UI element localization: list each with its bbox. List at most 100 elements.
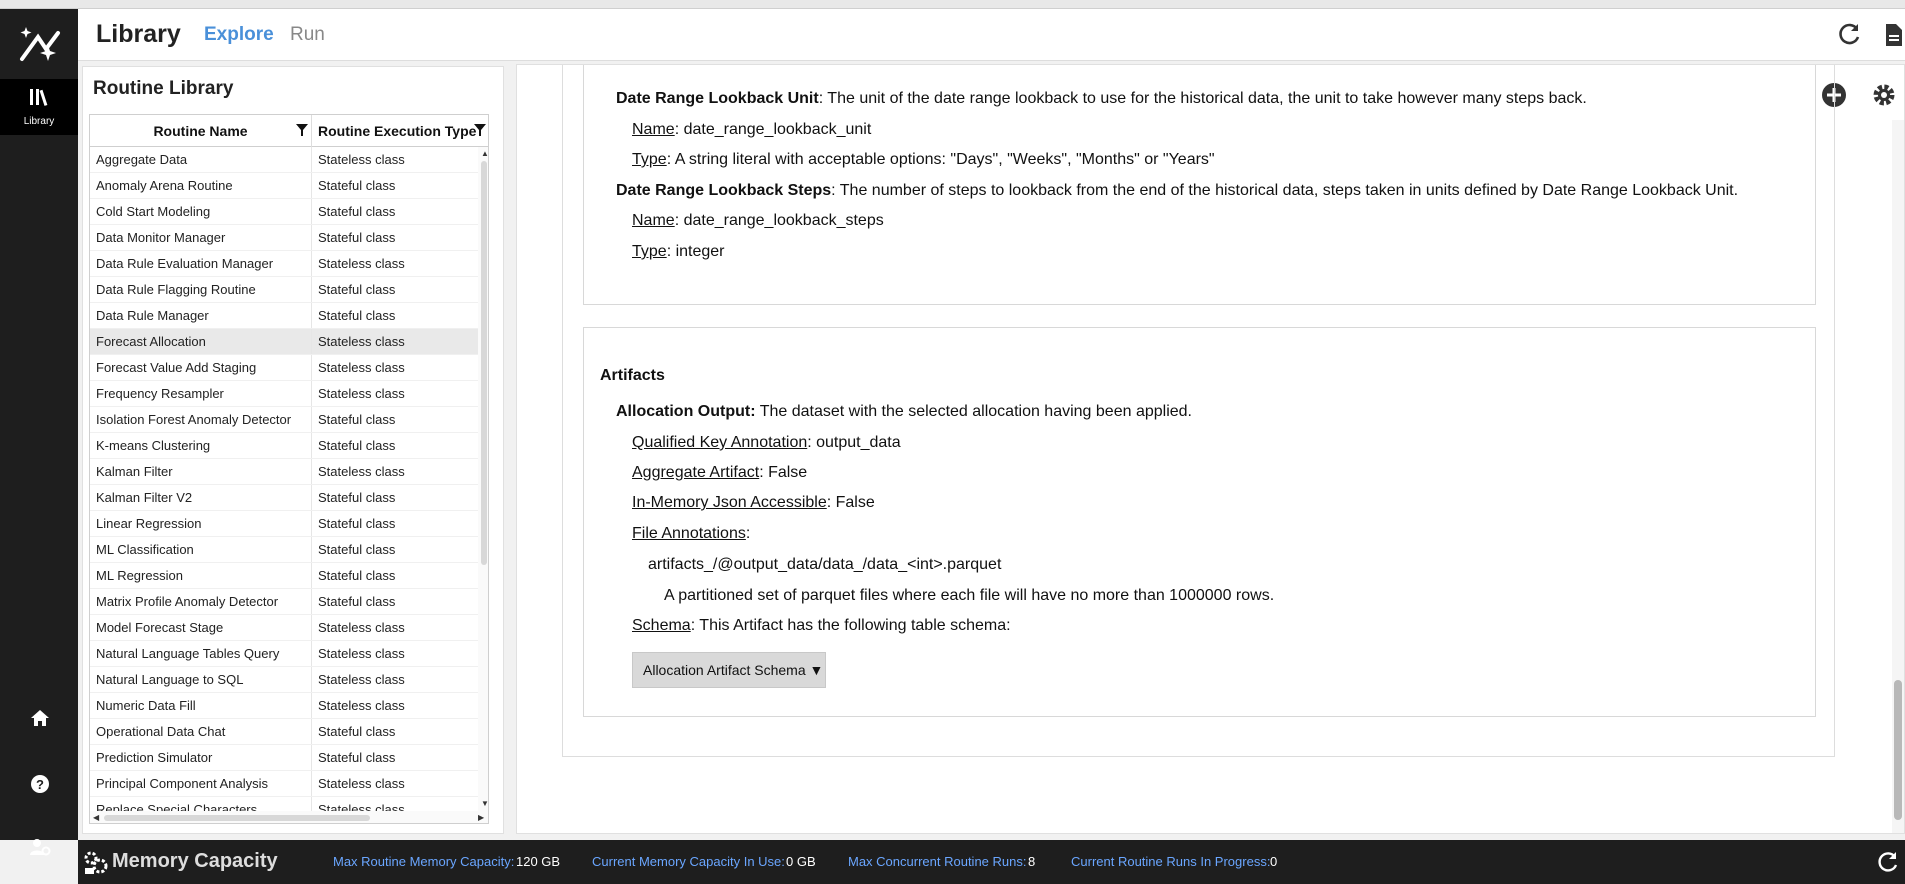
- table-row[interactable]: Data Monitor Manager Stateful class: [90, 225, 478, 251]
- execution-type-cell: Stateful class: [318, 724, 396, 739]
- filter-icon[interactable]: [474, 124, 486, 136]
- table-header: Routine Name Routine Execution Type: [90, 115, 488, 147]
- execution-type-cell: Stateful class: [318, 308, 396, 323]
- table-row[interactable]: ML Regression Stateful class: [90, 563, 478, 589]
- routine-name-cell: Data Rule Evaluation Manager: [90, 251, 312, 276]
- table-row[interactable]: Isolation Forest Anomaly Detector Statefu…: [90, 407, 478, 433]
- lookback-unit-type: Type: A string literal with acceptable o…: [632, 151, 1215, 168]
- table-row[interactable]: Cold Start Modeling Stateful class: [90, 199, 478, 225]
- allocation-output-line: Allocation Output: The dataset with the …: [616, 403, 1192, 420]
- filter-icon[interactable]: [296, 124, 308, 136]
- table-row[interactable]: Aggregate Data Stateless class: [90, 147, 478, 173]
- table-body: Aggregate Data Stateless class Anomaly Are…: [90, 147, 478, 811]
- page-title: Library: [96, 20, 181, 48]
- detail-vertical-scrollbar[interactable]: [1892, 120, 1904, 833]
- routine-name-cell: Aggregate Data: [90, 147, 312, 172]
- execution-type-cell: Stateful class: [318, 568, 396, 583]
- routine-name-cell: Cold Start Modeling: [90, 199, 312, 224]
- table-row[interactable]: ML Classification Stateful class: [90, 537, 478, 563]
- max-runs-label: Max Concurrent Routine Runs:: [848, 854, 1027, 869]
- routine-name-cell: Forecast Allocation: [90, 329, 312, 354]
- nav-item-library[interactable]: Library: [0, 79, 78, 135]
- routine-name-cell: Frequency Resampler: [90, 381, 312, 406]
- file-path: artifacts_/@output_data/data_/data_<int>…: [648, 556, 1002, 573]
- lookback-unit-line: Date Range Lookback Unit: The unit of th…: [616, 90, 1587, 107]
- admin-icon[interactable]: [28, 835, 52, 859]
- table-row[interactable]: Natural Language Tables Query Stateless c…: [90, 641, 478, 667]
- max-memory-value: 120 GB: [516, 854, 561, 869]
- table-row[interactable]: Kalman Filter V2 Stateful class: [90, 485, 478, 511]
- table-row[interactable]: Kalman Filter Stateless class: [90, 459, 478, 485]
- nav-library-label: Library: [23, 116, 55, 127]
- max-runs-value: 8: [1028, 854, 1036, 869]
- table-scroll-thumb[interactable]: [481, 161, 487, 565]
- detail-scroll-thumb[interactable]: [1894, 680, 1902, 820]
- routine-detail-panel: Date Range Lookback Unit: The unit of th…: [516, 64, 1905, 834]
- routine-name-cell: Model Forecast Stage: [90, 615, 312, 640]
- table-row[interactable]: Principal Component Analysis Stateless cl…: [90, 771, 478, 797]
- routine-name-cell: Forecast Value Add Staging: [90, 355, 312, 380]
- execution-type-cell: Stateful class: [318, 412, 396, 427]
- routine-name-cell: Kalman Filter: [90, 459, 312, 484]
- table-row[interactable]: Anomaly Arena Routine Stateful class: [90, 173, 478, 199]
- tab-explore[interactable]: Explore: [204, 24, 274, 46]
- column-header-routine-name[interactable]: Routine Name: [90, 115, 312, 147]
- table-horizontal-scrollbar[interactable]: ◀ ▶: [90, 811, 488, 823]
- refresh-icon[interactable]: [1835, 21, 1863, 49]
- column-header-execution-type[interactable]: Routine Execution Type: [312, 115, 478, 147]
- execution-type-cell: Stateless class: [318, 386, 405, 401]
- library-icon: [30, 89, 48, 106]
- table-row[interactable]: Frequency Resampler Stateless class: [90, 381, 478, 407]
- table-row[interactable]: Data Rule Flagging Routine Stateful class: [90, 277, 478, 303]
- table-row[interactable]: Data Rule Manager Stateful class: [90, 303, 478, 329]
- artifacts-card: Artifacts Allocation Output: The dataset…: [583, 327, 1816, 717]
- execution-type-cell: Stateless class: [318, 360, 405, 375]
- table-row[interactable]: Operational Data Chat Stateful class: [90, 719, 478, 745]
- table-row[interactable]: Replace Special Characters Stateless clas…: [90, 797, 478, 811]
- execution-type-cell: Stateless class: [318, 698, 405, 713]
- routine-name-cell: Data Monitor Manager: [90, 225, 312, 250]
- table-row[interactable]: Numeric Data Fill Stateless class: [90, 693, 478, 719]
- logo-icon[interactable]: [18, 23, 62, 67]
- allocation-artifact-schema-button[interactable]: Allocation Artifact Schema ▼: [632, 652, 826, 688]
- table-row[interactable]: Natural Language to SQL Stateless class: [90, 667, 478, 693]
- execution-type-cell: Stateless class: [318, 776, 405, 791]
- table-row[interactable]: Matrix Profile Anomaly Detector Stateful …: [90, 589, 478, 615]
- table-row[interactable]: Model Forecast Stage Stateless class: [90, 615, 478, 641]
- execution-type-cell: Stateful class: [318, 178, 396, 193]
- refresh-icon[interactable]: [1875, 850, 1901, 876]
- execution-type-cell: Stateful class: [318, 542, 396, 557]
- execution-type-cell: Stateful class: [318, 516, 396, 531]
- routine-library-panel: Routine Library Routine Name Routine Exe…: [82, 66, 504, 834]
- lookback-steps-line: Date Range Lookback Steps: The number of…: [616, 182, 1739, 199]
- current-memory-value: 0 GB: [786, 854, 816, 869]
- routine-name-cell: Anomaly Arena Routine: [90, 173, 312, 198]
- table-hscroll-thumb[interactable]: [104, 815, 370, 821]
- routine-name-cell: Prediction Simulator: [90, 745, 312, 770]
- routine-library-title: Routine Library: [93, 78, 234, 99]
- help-icon[interactable]: ?: [28, 772, 52, 796]
- routine-name-cell: Matrix Profile Anomaly Detector: [90, 589, 312, 614]
- lookback-steps-type: Type: integer: [632, 243, 725, 260]
- table-row[interactable]: Prediction Simulator Stateful class: [90, 745, 478, 771]
- document-icon[interactable]: [1879, 21, 1905, 49]
- table-row[interactable]: Forecast Value Add Staging Stateless clas…: [90, 355, 478, 381]
- table-row[interactable]: Linear Regression Stateful class: [90, 511, 478, 537]
- home-icon[interactable]: [28, 706, 52, 730]
- schema-line: Schema: This Artifact has the following …: [632, 617, 1011, 634]
- table-row[interactable]: K-means Clustering Stateful class: [90, 433, 478, 459]
- execution-type-cell: Stateless class: [318, 620, 405, 635]
- table-vertical-scrollbar[interactable]: ▲ ▼: [478, 147, 488, 811]
- table-row[interactable]: Data Rule Evaluation Manager Stateless cl…: [90, 251, 478, 277]
- execution-type-cell: Stateless class: [318, 464, 405, 479]
- execution-type-cell: Stateful class: [318, 750, 396, 765]
- current-runs-value: 0: [1270, 854, 1278, 869]
- file-description: A partitioned set of parquet files where…: [664, 587, 1275, 604]
- tab-run[interactable]: Run: [290, 24, 325, 46]
- aggregate-artifact: Aggregate Artifact: False: [632, 464, 808, 481]
- memory-capacity-title: Memory Capacity: [112, 850, 278, 872]
- routine-name-cell: Replace Special Characters: [90, 797, 312, 811]
- routine-name-cell: Principal Component Analysis: [90, 771, 312, 796]
- table-row[interactable]: Forecast Allocation Stateless class: [90, 329, 478, 355]
- gear-icon[interactable]: [1870, 81, 1898, 109]
